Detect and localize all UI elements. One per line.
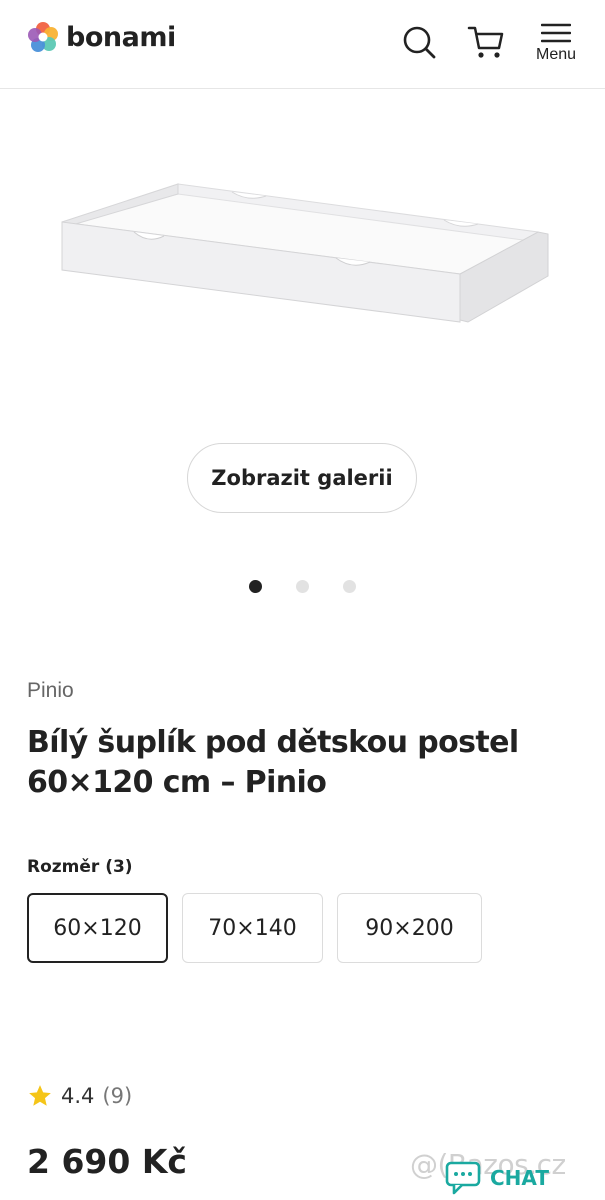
- product-brand-link[interactable]: Pinio: [27, 679, 74, 703]
- size-option-60x120[interactable]: 60×120: [27, 893, 168, 963]
- rating-count: (9): [102, 1084, 133, 1108]
- size-label: Rozměr (3): [27, 857, 133, 877]
- show-gallery-button[interactable]: Zobrazit galerii: [187, 443, 417, 513]
- bonami-logo[interactable]: bonami: [26, 20, 176, 54]
- chat-icon: [445, 1161, 481, 1195]
- site-header: bonami Menu: [0, 0, 605, 89]
- menu-button[interactable]: Menu: [528, 22, 584, 78]
- gallery-pagination: [0, 580, 605, 594]
- size-option-90x200[interactable]: 90×200: [337, 893, 482, 963]
- bonami-logo-icon: [28, 22, 58, 52]
- star-icon: [29, 1085, 51, 1106]
- search-button[interactable]: [399, 22, 439, 62]
- gallery-dot-3[interactable]: [343, 580, 356, 593]
- gallery-dot-2[interactable]: [296, 580, 309, 593]
- hamburger-icon: [541, 23, 571, 43]
- menu-label: Menu: [535, 46, 577, 63]
- product-rating[interactable]: 4.4 (9): [27, 1083, 132, 1109]
- brand-name: bonami: [66, 21, 176, 53]
- chat-label: CHAT: [490, 1166, 549, 1190]
- cart-icon: [467, 26, 504, 58]
- size-option-70x140[interactable]: 70×140: [182, 893, 323, 963]
- product-title: Bílý šuplík pod dětskou postel 60×120 cm…: [27, 725, 519, 800]
- search-icon: [403, 26, 436, 59]
- rating-value: 4.4: [61, 1084, 95, 1108]
- product-price: 2 690 Kč: [27, 1142, 187, 1181]
- gallery-dot-1[interactable]: [249, 580, 262, 593]
- chat-button[interactable]: CHAT: [444, 1156, 594, 1200]
- product-image[interactable]: [0, 90, 605, 420]
- cart-button[interactable]: [466, 22, 506, 62]
